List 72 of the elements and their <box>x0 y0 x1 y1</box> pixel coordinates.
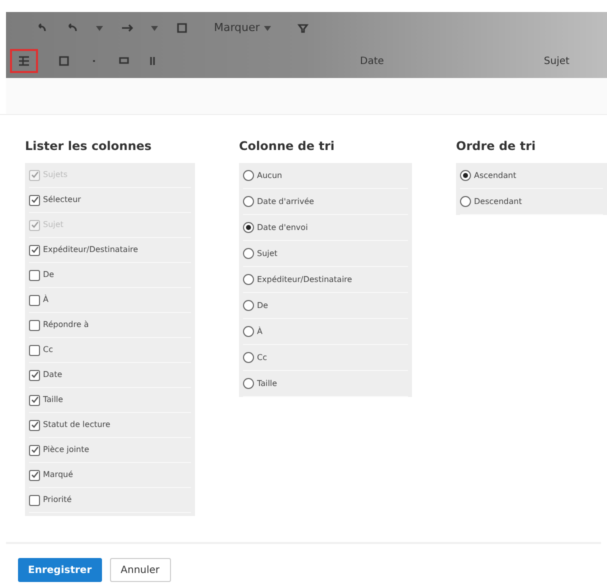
checkbox-label: Cc <box>43 344 53 356</box>
checkbox[interactable] <box>29 270 40 280</box>
radio-label: Date d'envoi <box>257 222 308 234</box>
save-button[interactable]: Enregistrer <box>18 558 102 582</box>
column-header[interactable]: Sujet <box>544 54 570 68</box>
checkbox-label: Taille <box>43 394 64 406</box>
radio-label: À <box>257 326 262 338</box>
radio-button[interactable] <box>243 274 254 285</box>
check-icon <box>30 421 38 429</box>
radio-button[interactable] <box>460 196 471 207</box>
checkbox[interactable] <box>29 294 40 306</box>
radio-button[interactable] <box>460 170 471 181</box>
checkbox-label: Marqué <box>43 469 74 481</box>
section-title: Lister les colonnes <box>25 138 153 155</box>
checkbox[interactable] <box>29 344 40 356</box>
section-title: Ordre de tri <box>456 138 537 155</box>
radio-label: Expéditeur/Destinataire <box>257 274 352 286</box>
check-icon <box>30 396 38 404</box>
checkbox-label: Répondre à <box>43 319 89 331</box>
checkbox-label: Date <box>43 369 62 381</box>
radio-label: Cc <box>257 352 267 364</box>
radio-button[interactable] <box>243 222 254 233</box>
checkbox[interactable] <box>29 470 40 480</box>
checkbox[interactable] <box>29 194 40 206</box>
radio-button[interactable] <box>243 170 254 181</box>
radio-button[interactable] <box>243 300 254 311</box>
checkbox[interactable] <box>29 420 40 430</box>
check-icon <box>30 196 38 204</box>
checkbox-label: Sélecteur <box>43 194 81 206</box>
check-icon <box>30 471 38 479</box>
check-icon <box>30 371 38 379</box>
checkbox-label: Priorité <box>43 494 72 506</box>
radio-button[interactable] <box>243 352 254 363</box>
checkbox[interactable] <box>29 244 40 256</box>
column-header[interactable]: Date <box>360 54 384 68</box>
columns-icon <box>18 56 30 66</box>
radio-label: Descendant <box>474 196 522 208</box>
cancel-button[interactable]: Annuler <box>110 558 171 582</box>
arrow-right-icon[interactable] <box>121 22 133 34</box>
radio-button[interactable] <box>243 326 254 337</box>
checkbox-label: Pièce jointe <box>43 444 90 456</box>
checkbox[interactable] <box>29 444 40 456</box>
checkbox-label: À <box>43 294 48 306</box>
mark-menu-button[interactable]: Marquer <box>206 20 279 36</box>
radio-button[interactable] <box>243 196 254 207</box>
caret-icon[interactable] <box>264 26 271 30</box>
check-icon <box>30 221 38 229</box>
caret-icon[interactable] <box>96 26 103 30</box>
checkbox-label: De <box>43 269 54 281</box>
filter-icon[interactable] <box>296 22 309 34</box>
check-icon <box>30 446 38 454</box>
radio-button[interactable] <box>243 378 254 389</box>
check-icon <box>30 171 38 179</box>
checkbox[interactable] <box>29 494 40 506</box>
checkbox[interactable] <box>29 370 40 380</box>
caret-icon[interactable] <box>151 26 158 30</box>
checkbox[interactable] <box>29 320 40 330</box>
radio-label: De <box>257 300 268 312</box>
checkbox-label: Expéditeur/Destinataire <box>43 244 138 256</box>
section-title: Colonne de tri <box>239 138 336 155</box>
checkbox[interactable] <box>29 394 40 406</box>
radio-button[interactable] <box>243 248 254 259</box>
radio-label: Ascendant <box>474 170 516 182</box>
radio-label: Sujet <box>257 248 278 260</box>
checkbox-label: Statut de lecture <box>43 419 110 431</box>
radio-label: Date d'arrivée <box>257 196 314 208</box>
reply-icon[interactable] <box>66 22 78 34</box>
column-settings-button[interactable] <box>10 49 38 73</box>
radio-label: Aucun <box>257 170 282 182</box>
undo-icon[interactable] <box>36 22 48 34</box>
check-icon <box>30 246 38 254</box>
radio-label: Taille <box>257 378 278 390</box>
